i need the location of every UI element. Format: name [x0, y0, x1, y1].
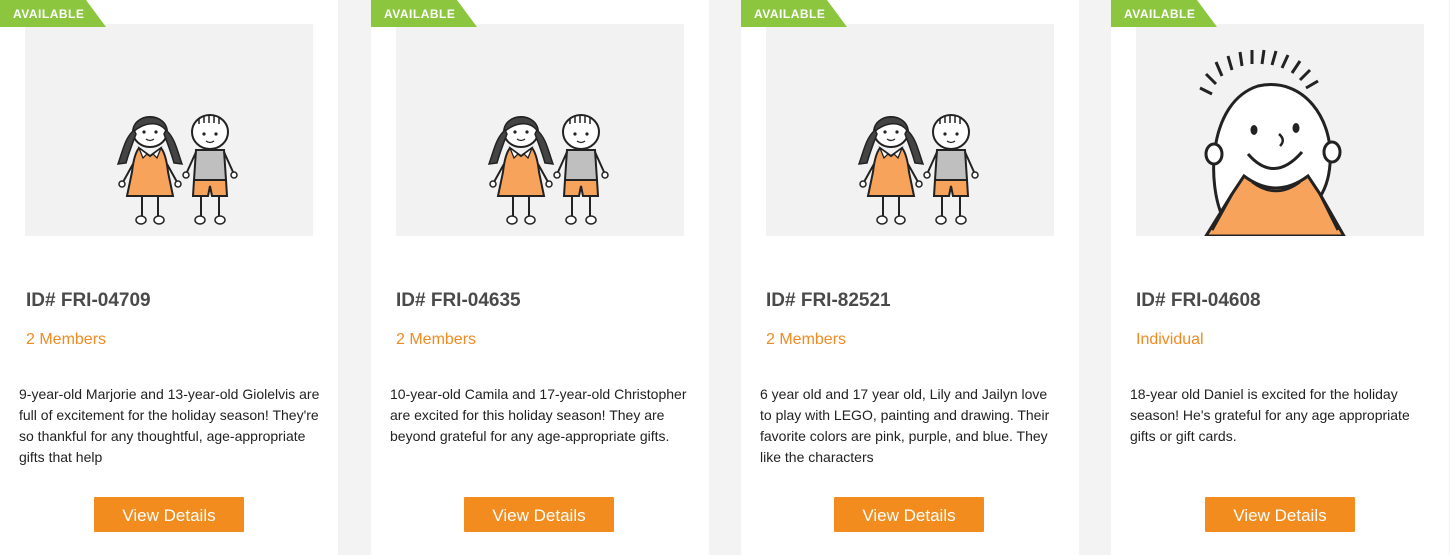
girl-and-boy-illustration [117, 114, 238, 225]
available-badge-label: AVAILABLE [13, 7, 85, 21]
available-badge-label: AVAILABLE [384, 7, 456, 21]
child-card: AVAILABLE ID# FRI-82521 2 Members 6 year… [741, 0, 1079, 555]
members-count: 2 Members [766, 331, 847, 348]
child-photo[interactable] [1136, 24, 1424, 236]
members-count: 2 Members [396, 331, 477, 348]
available-badge-label: AVAILABLE [754, 7, 826, 21]
view-details-button[interactable]: View Details [464, 497, 614, 532]
child-photo[interactable] [766, 24, 1054, 236]
available-badge: AVAILABLE [1111, 0, 1217, 27]
members-count: 2 Members [26, 331, 107, 348]
child-photo[interactable] [396, 24, 684, 236]
available-badge: AVAILABLE [0, 0, 106, 27]
card-description: 9-year-old Marjorie and 13-year-old Giol… [19, 386, 320, 465]
available-badge: AVAILABLE [741, 0, 847, 27]
view-details-button[interactable]: View Details [834, 497, 984, 532]
card-id: ID# FRI-04709 [26, 290, 151, 311]
view-details-button[interactable]: View Details [94, 497, 244, 532]
available-badge: AVAILABLE [371, 0, 477, 27]
card-id: ID# FRI-82521 [766, 290, 891, 311]
child-photo[interactable] [25, 24, 313, 236]
child-card: AVAILABLE ID# FRI-04635 2 Members 10-yea… [371, 0, 709, 555]
card-description: 18-year old Daniel is excited for the ho… [1130, 386, 1410, 444]
girl-and-boy-illustration [858, 114, 979, 225]
card-id: ID# FRI-04635 [396, 290, 521, 311]
available-badge-label: AVAILABLE [1124, 7, 1196, 21]
card-id: ID# FRI-04608 [1136, 290, 1261, 311]
child-card: AVAILABLE ID# FRI-04709 2 Members 9-year… [0, 0, 338, 555]
card-description: 6 year old and 17 year old, Lily and Jai… [760, 386, 1050, 465]
card-description: 10-year-old Camila and 17-year-old Chris… [390, 386, 687, 444]
child-card: AVAILABLE ID# FRI-04608 Individual 18-ye… [1111, 0, 1449, 555]
view-details-button[interactable]: View Details [1205, 497, 1355, 532]
girl-and-boy-illustration [488, 114, 609, 225]
single-boy-illustration [1198, 48, 1346, 236]
members-count: Individual [1136, 331, 1204, 348]
